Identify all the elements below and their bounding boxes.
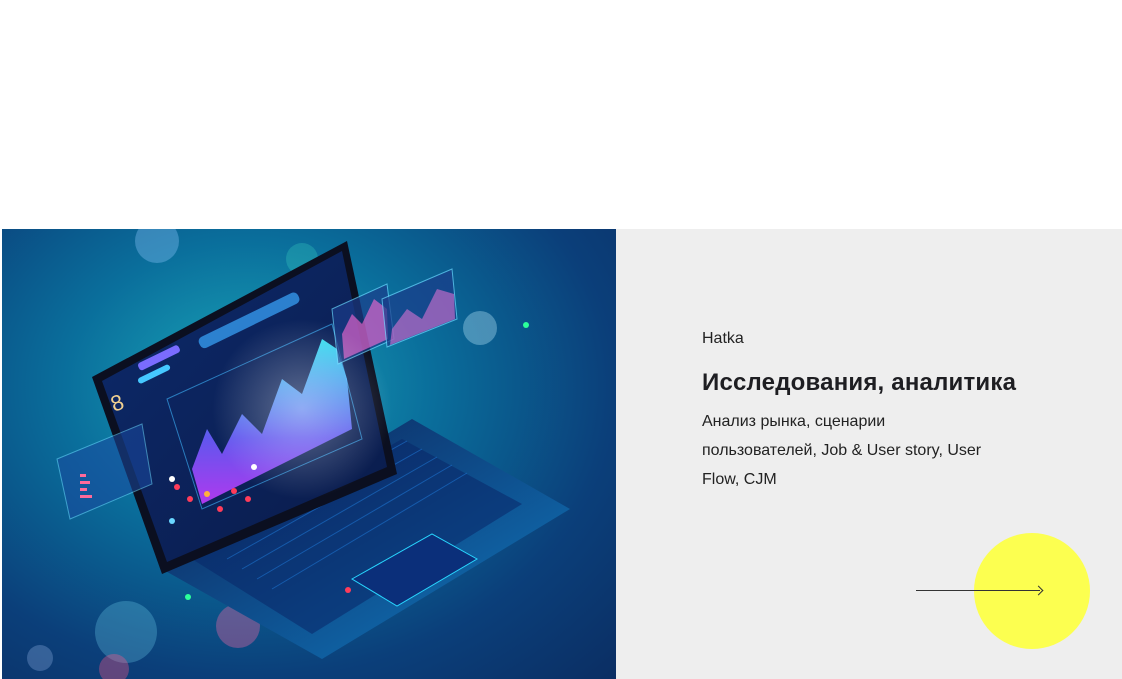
arrow-right-icon[interactable] [916,590,1040,591]
project-title[interactable]: Исследования, аналитика [702,369,1016,397]
accent-circle [974,533,1090,649]
client-name: Hatka [702,330,744,347]
project-card[interactable]: 8 Hatka Исследования, аналитика Анализ р… [2,229,1122,679]
project-info-panel: Hatka Исследования, аналитика Анализ рын… [616,229,1122,679]
project-description: Анализ рынка, сценарии пользователей, Jo… [702,413,982,488]
analytics-laptop-illustration: 8 [2,229,616,679]
open-project-button[interactable] [916,529,1096,649]
